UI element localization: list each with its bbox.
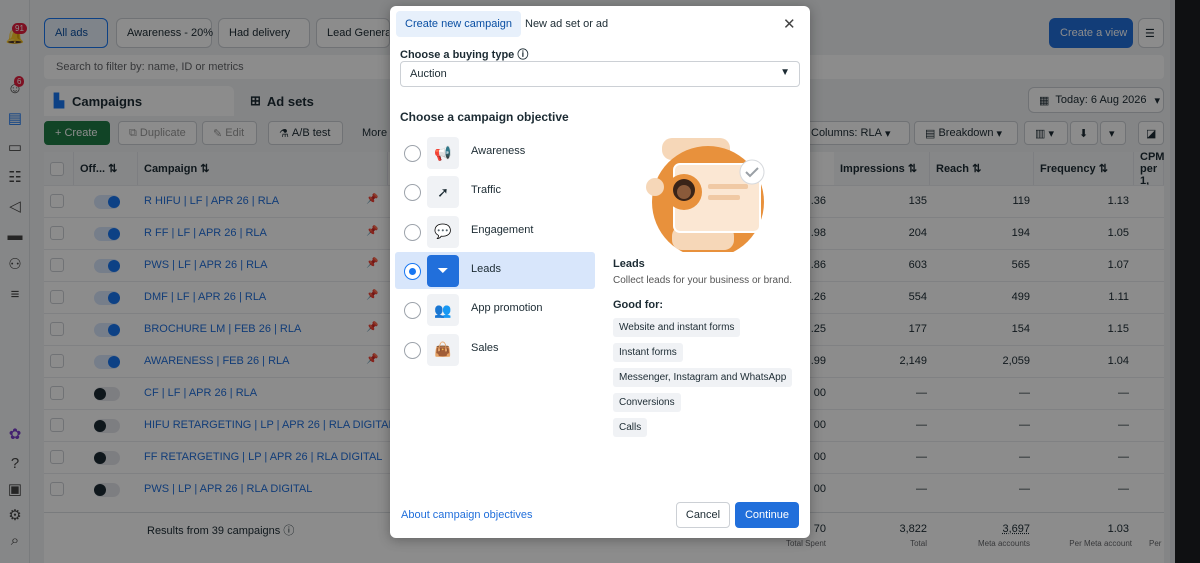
buying-type-label: Choose a buying type ⓘ: [400, 46, 528, 62]
detail-description: Collect leads for your business or brand…: [613, 275, 792, 286]
objective-option-app-promotion[interactable]: 👥 App promotion: [395, 291, 595, 328]
good-for-tag: Messenger, Instagram and WhatsApp: [613, 368, 793, 387]
objective-radio[interactable]: [404, 223, 421, 241]
buying-type-text: Choose a buying type: [400, 49, 515, 61]
objective-option-leads[interactable]: ⏷ Leads: [395, 251, 595, 289]
objective-option-sales[interactable]: 👜 Sales: [395, 331, 595, 368]
funnel-icon: ⏷: [427, 254, 459, 287]
tab-new-label: New ad set or ad: [525, 18, 609, 30]
cancel-label: Cancel: [685, 509, 721, 521]
cursor-icon: ➚: [427, 176, 459, 209]
info-icon: ⓘ: [517, 49, 529, 61]
dropdown-caret-icon: ▼: [780, 67, 790, 78]
create-campaign-dialog: Create new campaign New ad set or ad ✕ C…: [390, 6, 810, 538]
people-icon: 👥: [427, 294, 459, 327]
chat-icon: 💬: [427, 215, 459, 248]
objective-label: Awareness: [471, 145, 526, 157]
objective-option-engagement[interactable]: 💬 Engagement: [395, 213, 595, 250]
objective-radio[interactable]: [404, 262, 421, 280]
objective-label: Choose a campaign objective: [400, 110, 569, 124]
good-for-tag: Calls: [613, 418, 648, 437]
continue-label: Continue: [744, 509, 790, 521]
good-for-label: Good for:: [613, 299, 664, 311]
objective-label: Sales: [471, 341, 499, 354]
objective-radio[interactable]: [404, 184, 421, 202]
objective-option-awareness[interactable]: 📢 Awareness: [395, 134, 595, 171]
good-for-tag: Instant forms: [613, 343, 683, 362]
about-objectives-link[interactable]: About campaign objectives: [401, 509, 532, 521]
objective-label: Engagement: [471, 223, 534, 236]
objective-label: App promotion: [471, 302, 543, 315]
objective-radio[interactable]: [404, 145, 421, 162]
tab-create-label: Create new campaign: [405, 18, 513, 30]
good-for-tag: Conversions: [613, 393, 681, 412]
objective-radio[interactable]: [404, 341, 421, 359]
objective-label: Traffic: [471, 184, 501, 197]
continue-button[interactable]: Continue: [735, 502, 799, 528]
objective-radio[interactable]: [404, 302, 421, 320]
buying-type-value: Auction: [410, 68, 447, 80]
good-for-tag: Website and instant forms: [613, 318, 741, 337]
cancel-button[interactable]: Cancel: [676, 502, 730, 528]
close-icon[interactable]: ✕: [783, 15, 796, 33]
buying-type-select[interactable]: Auction ▼: [400, 61, 800, 87]
detail-title: Leads: [613, 258, 645, 270]
objective-option-traffic[interactable]: ➚ Traffic: [395, 173, 595, 210]
tab-new-adset-or-ad[interactable]: New ad set or ad: [516, 11, 617, 37]
objective-label: Leads: [471, 262, 501, 275]
megaphone-icon: 📢: [427, 137, 459, 169]
leads-illustration: [646, 138, 765, 252]
bag-icon: 👜: [427, 333, 459, 366]
tab-create-new-campaign[interactable]: Create new campaign: [396, 11, 522, 37]
